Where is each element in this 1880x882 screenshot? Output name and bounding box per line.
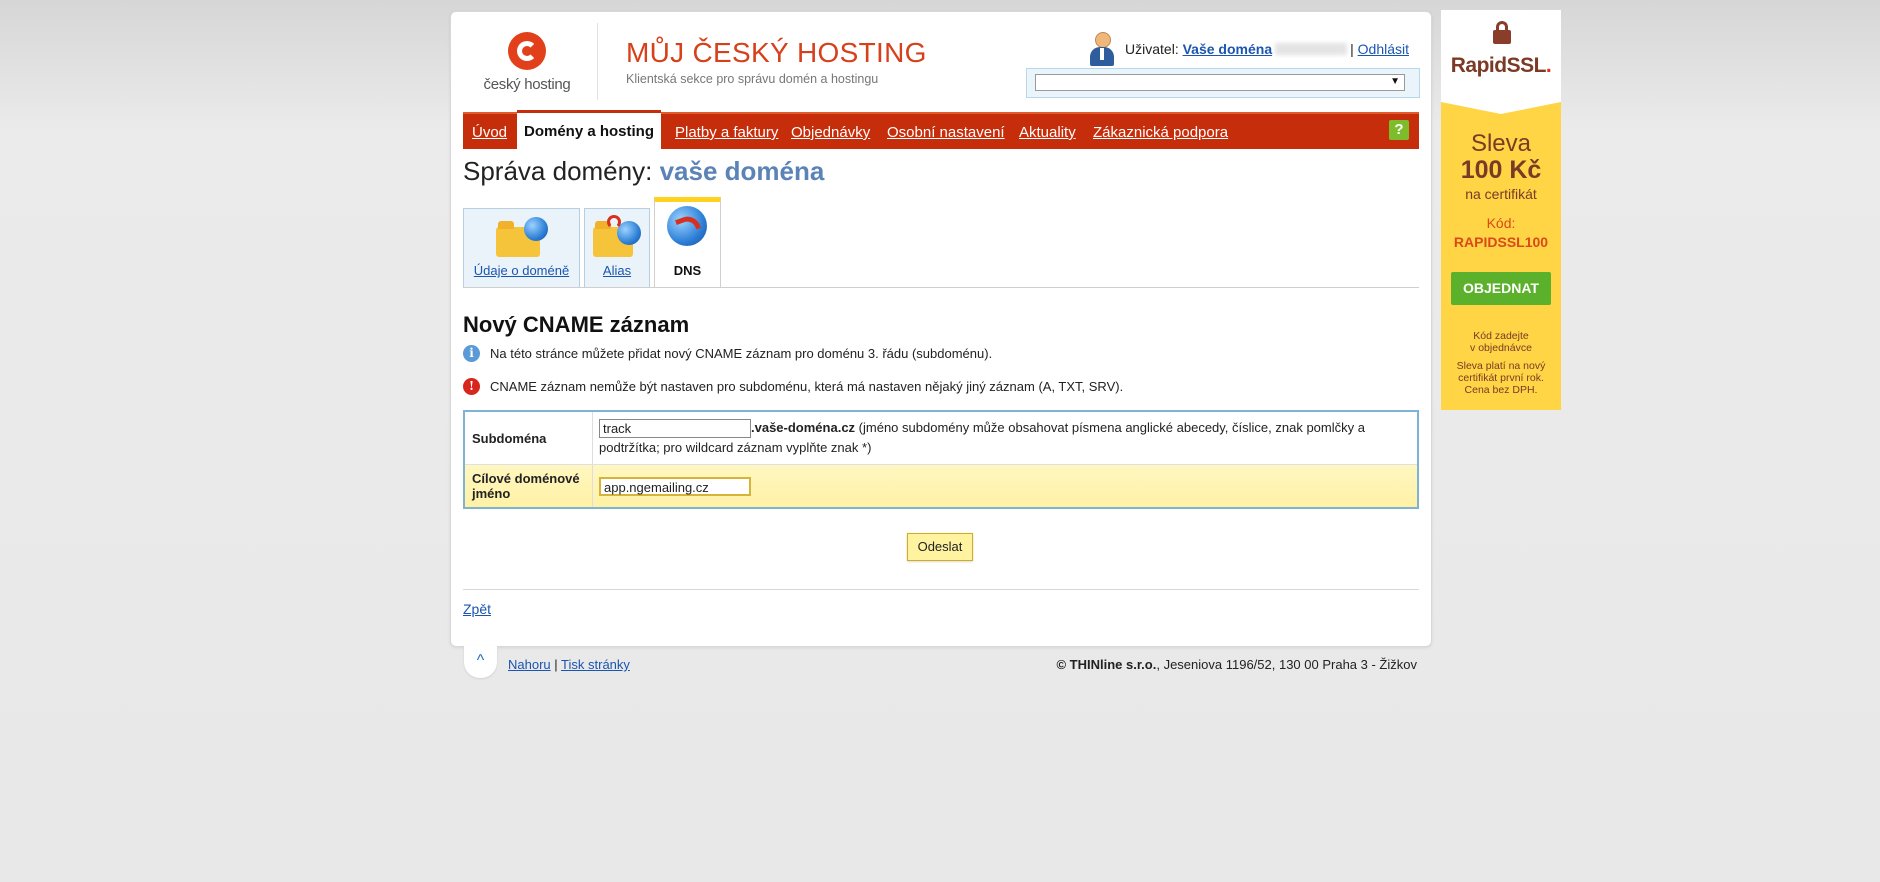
warning-text: CNAME záznam nemůže být nastaven pro sub… bbox=[490, 379, 1124, 394]
form-row-target: Cílové doménové jméno app.ngemailing.cz bbox=[465, 465, 1417, 508]
nav-domeny-a-hosting[interactable]: Domény a hosting bbox=[517, 110, 661, 149]
user-icon bbox=[1089, 32, 1115, 66]
subdomain-suffix: .vaše-doména.cz bbox=[751, 420, 856, 435]
main-panel: český hosting MŮJ ČESKÝ HOSTING Klientsk… bbox=[450, 11, 1432, 647]
logo-text: český hosting bbox=[483, 76, 571, 93]
tabs-divider bbox=[463, 287, 1419, 288]
banner-na-certifikat: na certifikát bbox=[1465, 186, 1537, 202]
banner-note-2: Sleva platí na nový certifikát první rok… bbox=[1456, 360, 1546, 396]
user-separator: | bbox=[1350, 41, 1354, 57]
banner-note-1: Kód zadejte v objednávce bbox=[1470, 330, 1532, 354]
user-box: Uživatel: Vaše doména | Odhlásit bbox=[1089, 32, 1409, 66]
logo[interactable]: český hosting bbox=[477, 32, 577, 93]
help-icon[interactable]: ? bbox=[1389, 120, 1409, 140]
subdomain-label: Subdoména bbox=[465, 412, 593, 465]
rapidssl-logo: RapidSSL. bbox=[1450, 54, 1552, 77]
banner-amount: 100 Kč bbox=[1460, 156, 1542, 184]
submit-button[interactable]: Odeslat bbox=[907, 533, 973, 561]
back-link[interactable]: Zpět bbox=[463, 601, 491, 617]
info-text: Na této stránce můžete přidat nový CNAME… bbox=[490, 346, 993, 361]
tab-label: DNS bbox=[673, 263, 702, 278]
app-subtitle: Klientská sekce pro správu domén a hosti… bbox=[626, 72, 879, 86]
app-title: MŮJ ČESKÝ HOSTING bbox=[626, 37, 927, 68]
banner-code-label: Kód: bbox=[1486, 215, 1516, 231]
footer-copyright: © THINline s.r.o., Jeseniova 1196/52, 13… bbox=[1056, 657, 1417, 672]
page-title-prefix: Správa domény: bbox=[463, 156, 653, 186]
nav-uvod[interactable]: Úvod bbox=[472, 124, 507, 141]
tab-label[interactable]: Alias bbox=[585, 263, 649, 278]
cesky-hosting-logo-icon bbox=[508, 32, 546, 70]
company-name: © THINline s.r.o. bbox=[1056, 657, 1157, 672]
nav-zakaznicka-podpora[interactable]: Zákaznická podpora bbox=[1093, 124, 1228, 141]
cname-form: Subdoména track .vaše-doména.cz (jméno su… bbox=[463, 410, 1419, 510]
user-label: Uživatel: bbox=[1125, 41, 1179, 57]
subdomain-input[interactable]: track bbox=[599, 419, 751, 439]
nav-platby-a-faktury[interactable]: Platby a faktury bbox=[675, 124, 778, 141]
footer-links: Nahoru | Tisk stránky bbox=[508, 657, 630, 672]
banner-header: RapidSSL. bbox=[1441, 10, 1561, 114]
nav-aktuality[interactable]: Aktuality bbox=[1019, 124, 1076, 141]
page-title-domain: vaše doména bbox=[659, 156, 825, 186]
nav-objednavky[interactable]: Objednávky bbox=[791, 124, 870, 141]
bottom-divider bbox=[463, 589, 1419, 590]
tab-label[interactable]: Údaje o doméně bbox=[464, 263, 579, 278]
footer-separator: | bbox=[554, 657, 558, 672]
rapidssl-banner[interactable]: RapidSSL. Sleva 100 Kč na certifikát Kód… bbox=[1441, 10, 1561, 410]
logout-link[interactable]: Odhlásit bbox=[1358, 41, 1409, 57]
tab-udaje-o-domene[interactable]: Údaje o doméně bbox=[463, 208, 580, 288]
main-nav: Úvod Domény a hosting Platby a faktury O… bbox=[463, 110, 1419, 149]
info-icon: i bbox=[463, 345, 480, 362]
banner-code: RAPIDSSL100 bbox=[1453, 234, 1549, 250]
info-message: i Na této stránce můžete přidat nový CNA… bbox=[463, 345, 992, 362]
banner-sleva: Sleva bbox=[1470, 130, 1532, 157]
tab-dns[interactable]: DNS bbox=[654, 197, 721, 288]
to-top-link[interactable]: Nahoru bbox=[508, 657, 551, 672]
domain-select-box: ▼ bbox=[1026, 68, 1420, 98]
user-domain-link[interactable]: Vaše doména bbox=[1183, 41, 1273, 57]
warning-message: ! CNAME záznam nemůže být nastaven pro s… bbox=[463, 378, 1123, 395]
print-link[interactable]: Tisk stránky bbox=[561, 657, 630, 672]
section-heading: Nový CNAME záznam bbox=[463, 312, 690, 337]
form-row-subdomain: Subdoména track .vaše-doména.cz (jméno su… bbox=[465, 412, 1417, 466]
logo-separator bbox=[597, 23, 598, 100]
banner-order-button[interactable]: OBJEDNAT bbox=[1451, 272, 1551, 305]
target-label: Cílové doménové jméno bbox=[465, 465, 593, 508]
nav-osobni-nastaveni[interactable]: Osobní nastavení bbox=[887, 124, 1005, 141]
warning-icon: ! bbox=[463, 378, 480, 395]
dropdown-arrow-icon: ▼ bbox=[1390, 76, 1400, 87]
domain-select[interactable]: ▼ bbox=[1035, 74, 1405, 91]
company-address: , Jeseniova 1196/52, 130 00 Praha 3 - Ži… bbox=[1156, 657, 1417, 672]
tab-alias[interactable]: Alias bbox=[584, 208, 650, 288]
target-input[interactable]: app.ngemailing.cz bbox=[599, 477, 751, 497]
scroll-top-icon[interactable]: ^ bbox=[464, 646, 497, 678]
page-title: Správa domény: vaše doména bbox=[463, 156, 824, 187]
blurred-account-id bbox=[1275, 43, 1348, 55]
lock-icon bbox=[1493, 21, 1511, 44]
